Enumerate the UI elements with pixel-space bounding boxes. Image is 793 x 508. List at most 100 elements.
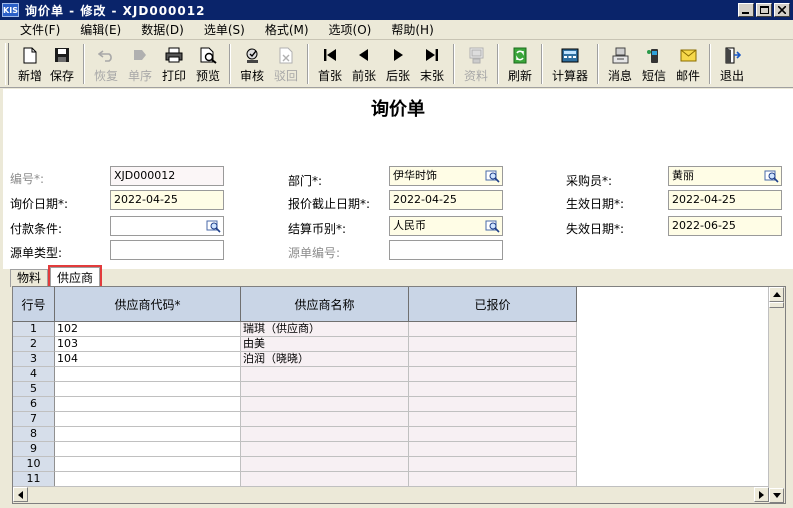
- quoted-cell[interactable]: [409, 427, 577, 442]
- restore-button[interactable]: 恢复: [89, 41, 123, 85]
- vertical-scrollbar[interactable]: [768, 287, 785, 503]
- material-button[interactable]: 资料: [459, 41, 493, 85]
- supplier-name-cell[interactable]: [241, 367, 409, 382]
- menu-format[interactable]: 格式(M): [265, 21, 309, 38]
- lookup-icon[interactable]: [764, 169, 779, 183]
- menu-options[interactable]: 选项(O): [329, 21, 372, 38]
- lookup-icon[interactable]: [485, 169, 500, 183]
- menu-data[interactable]: 数据(D): [141, 21, 184, 38]
- supplier-name-cell[interactable]: [241, 457, 409, 472]
- preview-button[interactable]: 预览: [191, 41, 225, 85]
- quoted-cell[interactable]: [409, 442, 577, 457]
- supplier-name-cell[interactable]: 瑞琪（供应商）: [241, 322, 409, 337]
- buyer-field[interactable]: 黄丽: [668, 166, 782, 186]
- audit-button[interactable]: 审核: [235, 41, 269, 85]
- quoted-cell[interactable]: [409, 472, 577, 487]
- order-button[interactable]: 单序: [123, 41, 157, 85]
- calculator-button[interactable]: 计算器: [547, 41, 593, 85]
- table-row[interactable]: 6: [13, 397, 577, 412]
- table-row[interactable]: 2 103 由美: [13, 337, 577, 352]
- sms-button[interactable]: 短信: [637, 41, 671, 85]
- source-number-field[interactable]: [389, 240, 503, 260]
- supplier-code-cell[interactable]: [55, 382, 241, 397]
- column-header-row-number[interactable]: 行号: [13, 287, 55, 322]
- column-header-quoted[interactable]: 已报价: [409, 287, 577, 322]
- supplier-code-cell[interactable]: [55, 457, 241, 472]
- number-field[interactable]: XJD000012: [110, 166, 224, 186]
- supplier-code-cell[interactable]: [55, 442, 241, 457]
- table-row[interactable]: 7: [13, 412, 577, 427]
- horizontal-scrollbar[interactable]: [13, 486, 769, 503]
- supplier-code-cell[interactable]: [55, 412, 241, 427]
- quoted-cell[interactable]: [409, 412, 577, 427]
- scroll-down-button[interactable]: [769, 488, 784, 503]
- inquiry-date-field[interactable]: 2022-04-25: [110, 190, 224, 210]
- tab-supplier[interactable]: 供应商: [48, 265, 103, 289]
- table-row[interactable]: 8: [13, 427, 577, 442]
- source-type-field[interactable]: [110, 240, 224, 260]
- currency-field[interactable]: 人民币: [389, 216, 503, 236]
- effective-date-field[interactable]: 2022-04-25: [668, 190, 782, 210]
- exit-button[interactable]: 退出: [715, 41, 749, 85]
- new-button[interactable]: 新增: [15, 41, 45, 85]
- prev-button[interactable]: 前张: [347, 41, 381, 85]
- last-button[interactable]: 末张: [415, 41, 449, 85]
- minimize-button[interactable]: [738, 3, 754, 17]
- quoted-cell[interactable]: [409, 367, 577, 382]
- supplier-code-cell[interactable]: 104: [55, 352, 241, 367]
- menu-select[interactable]: 选单(S): [204, 21, 245, 38]
- supplier-name-cell[interactable]: [241, 442, 409, 457]
- supplier-name-cell[interactable]: 由美: [241, 337, 409, 352]
- menu-help[interactable]: 帮助(H): [391, 21, 433, 38]
- department-field[interactable]: 伊华时饰: [389, 166, 503, 186]
- supplier-code-cell[interactable]: [55, 427, 241, 442]
- column-header-supplier-code[interactable]: 供应商代码*: [55, 287, 241, 322]
- mail-button[interactable]: 邮件: [671, 41, 705, 85]
- expiry-date-field[interactable]: 2022-06-25: [668, 216, 782, 236]
- table-row[interactable]: 10: [13, 457, 577, 472]
- quoted-cell[interactable]: [409, 382, 577, 397]
- refresh-button[interactable]: 刷新: [503, 41, 537, 85]
- next-button[interactable]: 后张: [381, 41, 415, 85]
- scroll-up-button[interactable]: [769, 287, 784, 302]
- reject-button[interactable]: 驳回: [269, 41, 303, 85]
- table-row[interactable]: 11: [13, 472, 577, 487]
- quote-deadline-field[interactable]: 2022-04-25: [389, 190, 503, 210]
- quoted-cell[interactable]: [409, 337, 577, 352]
- close-button[interactable]: [774, 3, 790, 17]
- tab-material[interactable]: 物料: [10, 269, 49, 287]
- table-row[interactable]: 1 102 瑞琪（供应商）: [13, 322, 577, 337]
- menu-edit[interactable]: 编辑(E): [80, 21, 121, 38]
- supplier-name-cell[interactable]: [241, 412, 409, 427]
- lookup-icon[interactable]: [206, 219, 221, 233]
- quoted-cell[interactable]: [409, 352, 577, 367]
- save-button[interactable]: 保存: [45, 41, 79, 85]
- payment-terms-field[interactable]: [110, 216, 224, 236]
- supplier-code-cell[interactable]: 102: [55, 322, 241, 337]
- quoted-cell[interactable]: [409, 457, 577, 472]
- supplier-name-cell[interactable]: 泊润（晓晓）: [241, 352, 409, 367]
- scroll-right-button[interactable]: [754, 487, 769, 502]
- first-button[interactable]: 首张: [313, 41, 347, 85]
- table-row[interactable]: 3 104 泊润（晓晓）: [13, 352, 577, 367]
- quoted-cell[interactable]: [409, 322, 577, 337]
- supplier-name-cell[interactable]: [241, 382, 409, 397]
- supplier-code-cell[interactable]: [55, 367, 241, 382]
- column-header-supplier-name[interactable]: 供应商名称: [241, 287, 409, 322]
- menu-file[interactable]: 文件(F): [20, 21, 60, 38]
- supplier-code-cell[interactable]: 103: [55, 337, 241, 352]
- message-button[interactable]: 消息: [603, 41, 637, 85]
- supplier-name-cell[interactable]: [241, 472, 409, 487]
- print-button[interactable]: 打印: [157, 41, 191, 85]
- supplier-code-cell[interactable]: [55, 397, 241, 412]
- quoted-cell[interactable]: [409, 397, 577, 412]
- maximize-button[interactable]: [756, 3, 772, 17]
- supplier-name-cell[interactable]: [241, 427, 409, 442]
- lookup-icon[interactable]: [485, 219, 500, 233]
- table-row[interactable]: 5: [13, 382, 577, 397]
- table-row[interactable]: 9: [13, 442, 577, 457]
- table-row[interactable]: 4: [13, 367, 577, 382]
- scroll-left-button[interactable]: [13, 487, 28, 502]
- supplier-code-cell[interactable]: [55, 472, 241, 487]
- supplier-name-cell[interactable]: [241, 397, 409, 412]
